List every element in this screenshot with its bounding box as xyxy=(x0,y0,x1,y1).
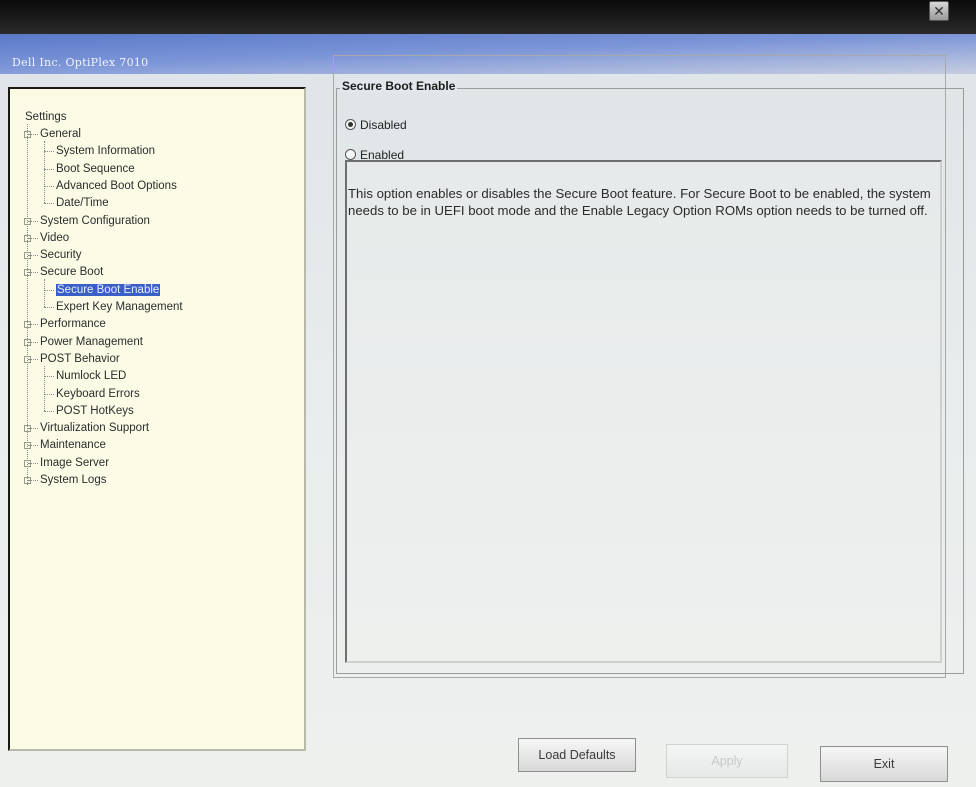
tree-item-maintenance[interactable]: Maintenance xyxy=(40,438,106,452)
expand-icon[interactable] xyxy=(24,321,31,329)
tree-item-label: POST Behavior xyxy=(40,352,120,365)
expand-icon[interactable] xyxy=(24,442,31,450)
tree-item-virtualization-support[interactable]: Virtualization Support xyxy=(40,421,149,435)
tree-item-post-behavior[interactable]: POST Behavior xyxy=(40,352,120,366)
tree-item-label: General xyxy=(40,128,81,140)
tree-item-system-configuration[interactable]: System Configuration xyxy=(40,214,150,228)
window-title: Dell Inc. OptiPlex 7010 xyxy=(12,56,149,69)
tree-item-label: Power Management xyxy=(40,335,143,348)
tree-guide-line xyxy=(44,141,45,204)
tree-item-label: Secure Boot xyxy=(40,266,104,279)
radio-disabled-indicator[interactable] xyxy=(345,119,356,130)
tree-item-label: System Logs xyxy=(40,474,107,486)
expand-icon[interactable] xyxy=(24,425,31,433)
tree-item-label: Security xyxy=(40,249,82,262)
tree-item-date-time[interactable]: Date/Time xyxy=(56,196,109,210)
tree-connector xyxy=(44,203,54,205)
tree-guide-line xyxy=(44,365,45,411)
tree-connector xyxy=(44,185,54,187)
tree-item-video[interactable]: Video xyxy=(40,231,69,245)
tree-item-expert-key-management[interactable]: Expert Key Management xyxy=(56,300,183,314)
expand-icon[interactable] xyxy=(24,252,31,260)
expand-icon[interactable] xyxy=(24,477,31,484)
tree-item-label: Maintenance xyxy=(40,439,106,452)
apply-button[interactable]: Apply xyxy=(666,744,788,778)
tree-root-settings[interactable]: Settings xyxy=(25,110,67,124)
load-defaults-button[interactable]: Load Defaults xyxy=(518,738,636,772)
section-title: Secure Boot Enable xyxy=(340,79,458,93)
tree-item-performance[interactable]: Performance xyxy=(40,317,106,331)
tree-item-label: Image Server xyxy=(40,456,110,469)
description-box xyxy=(345,160,942,663)
expand-icon[interactable] xyxy=(24,338,31,346)
tree-item-secure-boot[interactable]: Secure Boot xyxy=(40,265,103,279)
tree-item-power-management[interactable]: Power Management xyxy=(40,335,143,349)
close-icon[interactable]: ✕ xyxy=(929,1,949,21)
tree-item-secure-boot-enable[interactable]: Secure Boot Enable xyxy=(56,283,161,297)
tree-item-post-hotkeys[interactable]: POST HotKeys xyxy=(56,404,134,418)
tree-item-label: System Information xyxy=(56,145,156,158)
tree-item-boot-sequence[interactable]: Boot Sequence xyxy=(56,162,135,176)
tree-item-image-server[interactable]: Image Server xyxy=(40,456,109,470)
tree-item-general[interactable]: General xyxy=(40,127,81,141)
tree-connector xyxy=(44,393,54,395)
tree-connector xyxy=(44,151,54,153)
tree-connector xyxy=(44,410,54,412)
tree-item-label: Performance xyxy=(40,318,106,331)
tree-item-label: Date/Time xyxy=(56,197,109,210)
tree-item-label: Advanced Boot Options xyxy=(56,179,177,192)
tree-item-advanced-boot-options[interactable]: Advanced Boot Options xyxy=(56,179,177,193)
tree-connector xyxy=(44,168,54,170)
tree-item-label: Boot Sequence xyxy=(56,162,135,175)
tree-connector xyxy=(44,307,54,308)
expand-icon[interactable] xyxy=(24,459,31,467)
tree-item-label: Secure Boot Enable xyxy=(56,283,161,296)
tree-item-label: Expert Key Management xyxy=(56,301,183,313)
tree-item-keyboard-errors[interactable]: Keyboard Errors xyxy=(56,387,140,401)
tree-item-security[interactable]: Security xyxy=(40,248,82,262)
collapse-icon[interactable] xyxy=(24,131,31,138)
tree-connector xyxy=(44,289,54,291)
collapse-icon[interactable] xyxy=(24,355,31,363)
tree-item-numlock-led[interactable]: Numlock LED xyxy=(56,369,126,383)
tree-guide-line xyxy=(44,279,45,307)
tree-item-label: Numlock LED xyxy=(56,370,127,383)
tree-item-label: Video xyxy=(40,231,70,244)
monitor-top-bezel xyxy=(0,0,976,34)
tree-item-system-information[interactable]: System Information xyxy=(56,144,155,158)
exit-button[interactable]: Exit xyxy=(820,746,948,782)
tree-item-label: Keyboard Errors xyxy=(56,387,140,400)
radio-disabled[interactable]: Disabled xyxy=(345,118,407,132)
tree-item-system-logs[interactable]: System Logs xyxy=(40,473,106,487)
radio-enabled-indicator[interactable] xyxy=(345,149,356,160)
tree-item-label: Virtualization Support xyxy=(40,422,150,435)
expand-icon[interactable] xyxy=(24,234,31,242)
collapse-icon[interactable] xyxy=(24,269,31,277)
expand-icon[interactable] xyxy=(24,217,31,225)
tree-connector xyxy=(44,376,54,378)
tree-item-label: POST HotKeys xyxy=(56,404,134,417)
radio-disabled-label: Disabled xyxy=(360,118,407,132)
description-text: This option enables or disables the Secu… xyxy=(348,186,931,218)
tree-item-label: System Configuration xyxy=(40,214,150,227)
